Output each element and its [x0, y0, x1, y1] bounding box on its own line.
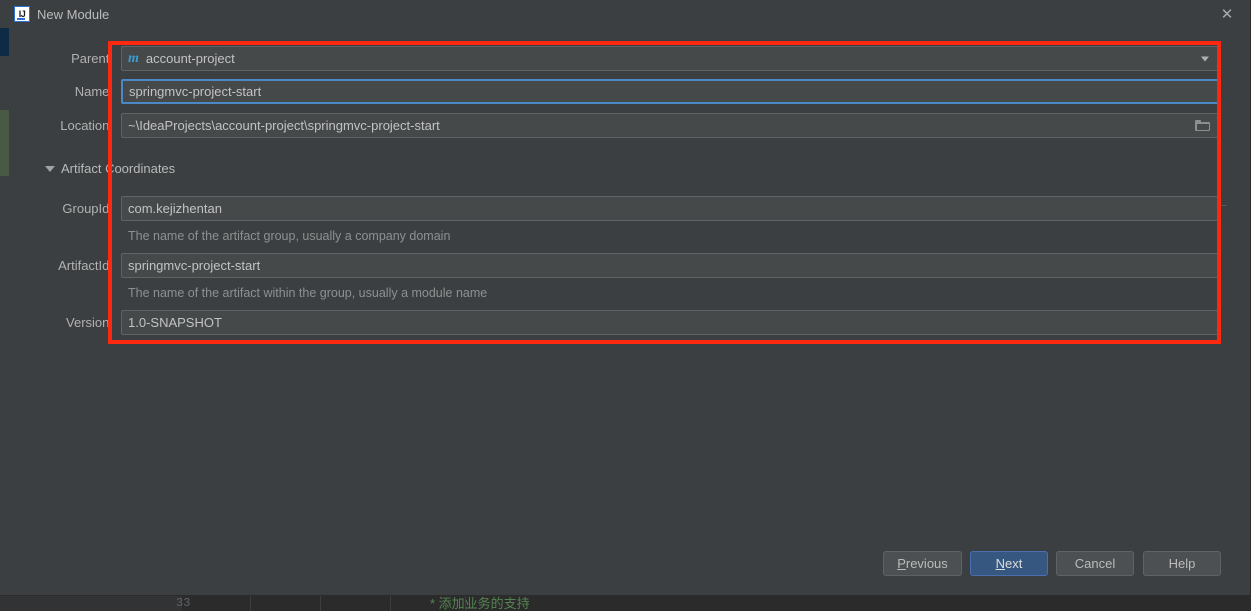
chevron-down-icon[interactable] [1201, 56, 1209, 61]
folder-browse-icon[interactable] [1195, 119, 1210, 132]
dialog-titlebar: IJ New Module ✕ [9, 0, 1251, 29]
previous-button-label: revious [905, 556, 948, 571]
editor-gutter-column [0, 596, 182, 611]
groupid-input[interactable]: com.kejizhentan [121, 196, 1219, 221]
next-button-label: ext [1005, 556, 1023, 571]
dialog-footer: Previous Next Cancel Help [9, 539, 1251, 595]
cancel-button[interactable]: Cancel [1056, 551, 1134, 576]
location-value: ~\IdeaProjects\account-project\springmvc… [128, 118, 440, 133]
next-button-mnemonic: N [995, 556, 1006, 571]
dialog-form: Parent: m account-project Name: springmv… [9, 29, 1251, 595]
intellij-idea-icon: IJ [14, 6, 30, 22]
artifact-coordinates-section-toggle[interactable]: Artifact Coordinates [45, 160, 175, 177]
editor-line-number: 33 [176, 596, 191, 610]
gutter-marker-green [0, 110, 9, 176]
screen-root: 33 * 添加业务的支持 IJ New Module ✕ Parent: m a… [0, 0, 1251, 611]
name-value: springmvc-project-start [129, 84, 262, 99]
location-label: Location: [60, 118, 113, 133]
artifactid-input[interactable]: springmvc-project-start [121, 253, 1219, 278]
version-label: Version: [66, 315, 113, 330]
parent-label: Parent: [71, 51, 113, 66]
help-button[interactable]: Help [1143, 551, 1221, 576]
name-input[interactable]: springmvc-project-start [121, 79, 1219, 104]
new-module-dialog: IJ New Module ✕ Parent: m account-projec… [9, 0, 1251, 595]
previous-button[interactable]: Previous [883, 551, 962, 576]
maven-module-icon: m [128, 51, 139, 66]
close-icon[interactable]: ✕ [1217, 5, 1237, 25]
previous-button-mnemonic: P [897, 556, 906, 571]
editor-column-divider [250, 596, 251, 611]
location-input[interactable]: ~\IdeaProjects\account-project\springmvc… [121, 113, 1219, 138]
editor-column-divider [320, 596, 321, 611]
artifact-coordinates-title: Artifact Coordinates [61, 161, 176, 176]
artifactid-value: springmvc-project-start [128, 258, 261, 273]
parent-value: account-project [145, 51, 235, 66]
gutter-marker-blue [0, 28, 9, 56]
cancel-button-label: Cancel [1074, 556, 1116, 571]
editor-comment-text: * 添加业务的支持 [430, 596, 530, 611]
artifactid-hint: The name of the artifact within the grou… [128, 286, 488, 300]
triangle-down-icon [45, 165, 55, 172]
editor-gutter-strip [0, 0, 9, 595]
editor-column-divider [390, 596, 391, 611]
name-label: Name: [74, 84, 113, 99]
parent-combo[interactable]: m account-project [121, 46, 1219, 71]
editor-strip: 33 * 添加业务的支持 [0, 596, 1251, 611]
groupid-hint: The name of the artifact group, usually … [128, 229, 451, 243]
help-button-label: Help [1168, 556, 1196, 571]
groupid-value: com.kejizhentan [128, 201, 222, 216]
version-input[interactable]: 1.0-SNAPSHOT [121, 310, 1219, 335]
version-value: 1.0-SNAPSHOT [128, 315, 222, 330]
groupid-label: GroupId: [62, 201, 113, 216]
artifactid-label: ArtifactId: [58, 258, 113, 273]
next-button[interactable]: Next [970, 551, 1048, 576]
dialog-title: New Module [37, 7, 110, 22]
